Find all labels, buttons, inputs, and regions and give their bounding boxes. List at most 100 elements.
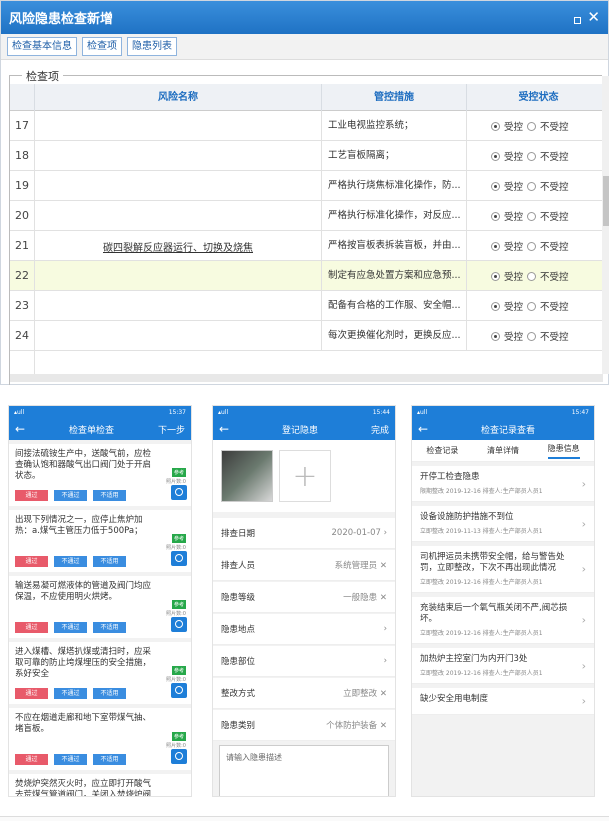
- back-arrow-icon[interactable]: ←: [15, 422, 25, 436]
- field-label: 整改方式: [221, 689, 256, 699]
- pass-button[interactable]: 通过: [15, 622, 48, 633]
- hazard-record-item[interactable]: 开停工检查隐患 限期整改 2019-12-16 排查人:生产部员人员1 ›: [412, 466, 594, 502]
- hazard-photo[interactable]: [221, 450, 273, 502]
- fail-button[interactable]: 不通过: [54, 754, 87, 765]
- row-number: 17: [15, 119, 29, 132]
- pass-button[interactable]: 通过: [15, 556, 48, 567]
- chevron-right-icon: ›: [581, 613, 586, 627]
- tab-hazard-list[interactable]: 隐患列表: [127, 37, 177, 56]
- header-control-status[interactable]: 受控状态: [466, 84, 603, 111]
- tab-basic-info[interactable]: 检查基本信息: [7, 37, 77, 56]
- pass-button[interactable]: 通过: [15, 688, 48, 699]
- uncontrolled-radio[interactable]: [527, 271, 537, 281]
- reference-tag[interactable]: 参考: [171, 732, 186, 741]
- uncontrolled-radio[interactable]: [527, 181, 537, 191]
- form-field-row[interactable]: 整改方式 立即整改 ✕: [213, 678, 395, 709]
- field-value[interactable]: 一般隐患 ✕: [343, 591, 387, 603]
- tab-hazard-info[interactable]: 隐患信息: [547, 443, 580, 459]
- uncontrolled-label: 不受控: [540, 212, 569, 223]
- nav-title: 登记隐患: [282, 425, 319, 436]
- close-icon[interactable]: ✕: [587, 10, 600, 25]
- control-status-cell: 受控 不受控: [466, 231, 603, 261]
- form-field-row[interactable]: 排查日期 2020-01-07 ›: [213, 518, 395, 549]
- field-label: 隐患类别: [221, 721, 256, 731]
- fail-button[interactable]: 不通过: [54, 622, 87, 633]
- uncontrolled-radio[interactable]: [527, 121, 537, 131]
- controlled-radio[interactable]: [491, 331, 500, 341]
- header-risk-name[interactable]: 风险名称: [34, 84, 321, 111]
- not-applicable-button[interactable]: 不适用: [93, 490, 126, 501]
- uncontrolled-radio[interactable]: [527, 211, 537, 221]
- window-title: 风险隐患检查新增: [9, 12, 114, 27]
- add-photo-button[interactable]: +: [279, 450, 331, 502]
- back-arrow-icon[interactable]: ←: [418, 422, 428, 436]
- fail-button[interactable]: 不通过: [54, 556, 87, 567]
- vertical-scrollbar[interactable]: [602, 76, 609, 374]
- controlled-radio[interactable]: [491, 301, 500, 311]
- photo-count: 照片数:0: [166, 743, 186, 749]
- form-field-row[interactable]: 隐患地点 ›: [213, 614, 395, 645]
- hazard-record-item[interactable]: 缺少安全用电制度 ›: [412, 688, 594, 715]
- page-bottom-bar: [0, 816, 609, 821]
- camera-icon[interactable]: [171, 617, 187, 632]
- reference-tag[interactable]: 参考: [171, 666, 186, 675]
- form-field-row[interactable]: 排查人员 系统管理员 ✕: [213, 550, 395, 581]
- controlled-radio[interactable]: [491, 211, 500, 221]
- control-status-cell: 受控 不受控: [466, 141, 603, 171]
- camera-icon[interactable]: [171, 551, 187, 566]
- not-applicable-button[interactable]: 不适用: [93, 622, 126, 633]
- not-applicable-button[interactable]: 不适用: [93, 688, 126, 699]
- uncontrolled-radio[interactable]: [527, 331, 537, 341]
- tab-list-detail[interactable]: 清单详情: [487, 445, 519, 456]
- controlled-radio[interactable]: [491, 181, 500, 191]
- camera-icon[interactable]: [171, 683, 187, 698]
- hazard-record-item[interactable]: 充装结束后一个氧气瓶关闭不严,阀芯损坏。 立即整改 2019-12-16 排查人…: [412, 597, 594, 644]
- hazard-record-item[interactable]: 司机押运员未携带安全帽，给与警告处罚，立即整改，下次不再出现此情况 立即整改 2…: [412, 546, 594, 593]
- fail-button[interactable]: 不通过: [54, 688, 87, 699]
- pass-button[interactable]: 通过: [15, 490, 48, 501]
- tab-check-record[interactable]: 检查记录: [426, 445, 458, 456]
- photo-area: +: [213, 440, 395, 512]
- form-field-row[interactable]: 隐患部位 ›: [213, 646, 395, 677]
- controlled-radio[interactable]: [491, 121, 500, 131]
- field-value[interactable]: ›: [384, 624, 387, 634]
- fail-button[interactable]: 不通过: [54, 490, 87, 501]
- horizontal-scrollbar[interactable]: [10, 374, 603, 382]
- controlled-radio[interactable]: [491, 241, 500, 251]
- form-field-row[interactable]: 隐患类别 个体防护装备 ✕: [213, 710, 395, 741]
- uncontrolled-radio[interactable]: [527, 241, 537, 251]
- field-value[interactable]: 个体防护装备 ✕: [326, 719, 387, 731]
- header-measure[interactable]: 管控措施: [321, 84, 466, 111]
- uncontrolled-radio[interactable]: [527, 151, 537, 161]
- hazard-record-item[interactable]: 加热炉主控室门为内开门3处 立即整改 2019-12-16 排查人:生产部员人员…: [412, 648, 594, 684]
- minimize-icon[interactable]: [574, 17, 582, 24]
- reference-tag[interactable]: 参考: [171, 600, 186, 609]
- reference-tag[interactable]: 参考: [171, 534, 186, 543]
- uncontrolled-radio[interactable]: [527, 301, 537, 311]
- control-status-cell: 受控 不受控: [466, 201, 603, 231]
- photo-count: 照片数:0: [166, 611, 186, 617]
- field-value[interactable]: ›: [384, 656, 387, 666]
- done-link[interactable]: 完成: [371, 423, 389, 436]
- pass-button[interactable]: 通过: [15, 754, 48, 765]
- next-step-link[interactable]: 下一步: [158, 423, 185, 436]
- hazard-meta: 限期整改 2019-12-16 排查人:生产部员人员1: [420, 488, 543, 495]
- form-field-row[interactable]: 隐患等级 一般隐患 ✕: [213, 582, 395, 613]
- field-value[interactable]: 立即整改 ✕: [343, 687, 387, 699]
- controlled-radio[interactable]: [491, 151, 500, 161]
- camera-icon[interactable]: [171, 749, 187, 764]
- tab-check-items[interactable]: 检查项: [82, 37, 122, 56]
- risk-name-cell[interactable]: 碳四裂解反应器运行、切换及烧焦: [34, 111, 321, 374]
- camera-icon[interactable]: [171, 485, 187, 500]
- field-value[interactable]: 系统管理员 ✕: [335, 559, 387, 571]
- hazard-description-input[interactable]: 请输入隐患描述: [219, 745, 389, 796]
- not-applicable-button[interactable]: 不适用: [93, 754, 126, 765]
- control-status-cell: 受控 不受控: [466, 261, 603, 291]
- not-applicable-button[interactable]: 不适用: [93, 556, 126, 567]
- reference-tag[interactable]: 参考: [171, 468, 186, 477]
- nav-bar: ← 检查记录查看: [412, 418, 594, 440]
- field-value[interactable]: 2020-01-07 ›: [332, 528, 388, 538]
- back-arrow-icon[interactable]: ←: [219, 422, 229, 436]
- hazard-record-item[interactable]: 设备设施防护措施不到位 立即整改 2019-11-13 排查人:生产部员人员1 …: [412, 506, 594, 542]
- controlled-radio[interactable]: [491, 271, 500, 281]
